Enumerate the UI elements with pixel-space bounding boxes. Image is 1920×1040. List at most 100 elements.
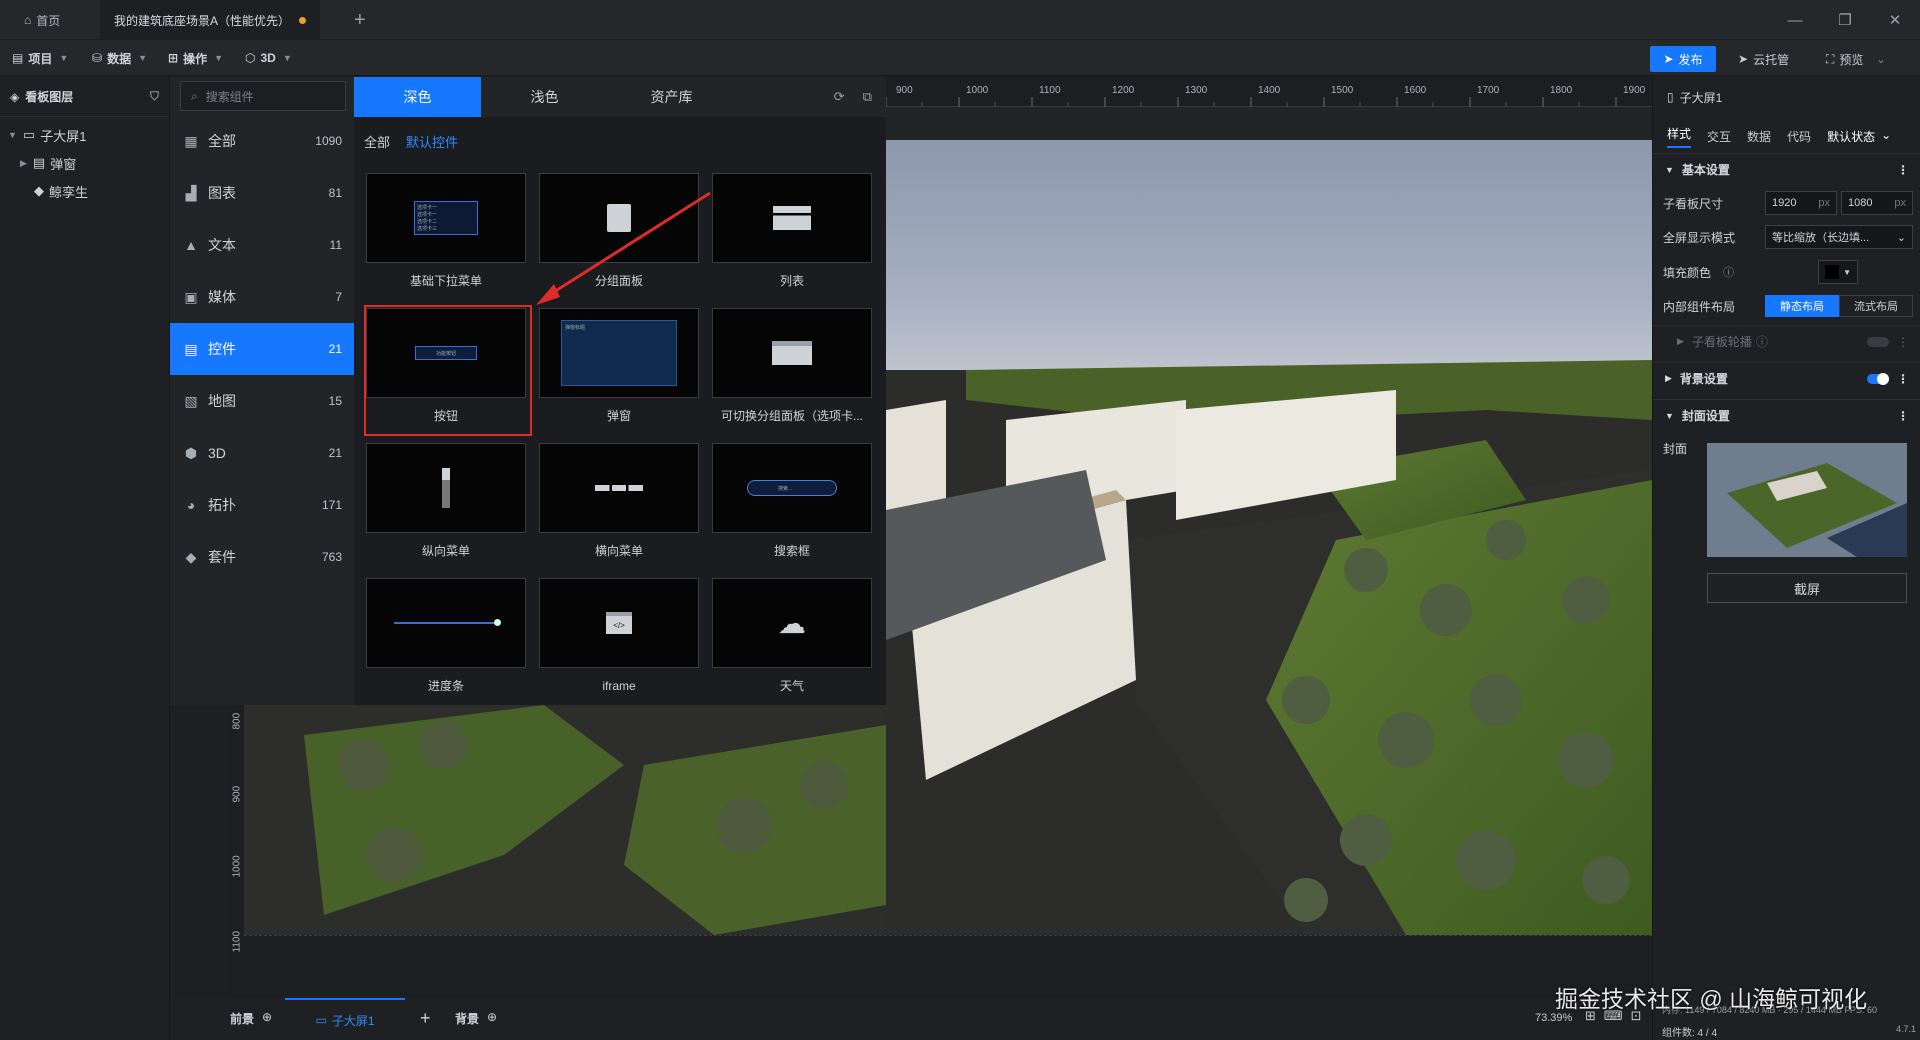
- preview-button[interactable]: ⛶ 预览 ⌄: [1826, 46, 1886, 72]
- category-map[interactable]: ▧ 地图 15: [170, 375, 354, 427]
- bar-chart-icon: ▟: [185, 184, 197, 201]
- scene-3d-render: [886, 140, 1652, 935]
- foreground-label: 前景: [230, 1012, 255, 1026]
- tab-dark[interactable]: 深色: [354, 77, 481, 117]
- card-horizontal-menu[interactable]: 横向菜单: [539, 443, 699, 568]
- restore-icon[interactable]: ❐: [1825, 0, 1865, 40]
- card-popup[interactable]: 弹窗标题 弹窗: [539, 308, 699, 433]
- fill-color-picker[interactable]: ▼: [1818, 260, 1858, 284]
- tab-asset-library[interactable]: 资产库: [608, 77, 735, 117]
- collapse-icon: ▼: [1665, 410, 1674, 421]
- section-cover[interactable]: ▼ 封面设置 ⋮: [1653, 399, 1920, 431]
- control-icon: ▤: [184, 340, 198, 357]
- fill-color-label: 填充颜色: [1663, 265, 1712, 280]
- card-search-box[interactable]: 搜索... 搜索框: [712, 443, 872, 568]
- fullscreen-value: 等比缩放（长边填...: [1772, 232, 1870, 244]
- card-thumb: [539, 443, 699, 533]
- category-control[interactable]: ▤ 控件 21: [170, 323, 354, 375]
- close-icon[interactable]: ✕: [1875, 0, 1915, 40]
- ruler-label: 1100: [1039, 85, 1061, 96]
- scene-3d-view-left[interactable]: [244, 705, 886, 935]
- cloud-host-button[interactable]: ➤ 云托管: [1738, 46, 1789, 72]
- whale-icon: ◆: [34, 183, 44, 198]
- scene-3d-view[interactable]: [886, 140, 1652, 935]
- filter-default-controls[interactable]: 默认控件: [406, 132, 458, 151]
- add-tab-button[interactable]: +: [340, 0, 380, 40]
- ruler-ticks: [886, 97, 1617, 107]
- section-background[interactable]: ▶ 背景设置 ⋮: [1653, 362, 1920, 394]
- foreground-tab[interactable]: 前景 ⊕: [230, 1010, 272, 1027]
- tab-data[interactable]: 数据: [1747, 128, 1771, 145]
- menu-3d[interactable]: ⬡ 3D ▼: [245, 40, 292, 76]
- category-count: 11: [329, 238, 342, 252]
- external-link-icon[interactable]: ⧉: [863, 89, 872, 105]
- component-search-input[interactable]: ⌕ 搜索组件: [180, 81, 346, 111]
- category-suite[interactable]: ◆ 套件 763: [170, 531, 354, 583]
- add-circle-icon[interactable]: ⊕: [262, 1010, 272, 1027]
- tab-style[interactable]: 样式: [1667, 125, 1692, 148]
- background-tab[interactable]: 背景 ⊕: [455, 1010, 497, 1027]
- state-select[interactable]: 默认状态 ⌄: [1827, 128, 1891, 145]
- tab-code[interactable]: 代码: [1787, 128, 1811, 145]
- category-text[interactable]: ▲ 文本 11: [170, 219, 354, 271]
- category-media[interactable]: ▣ 媒体 7: [170, 271, 354, 323]
- card-vertical-menu[interactable]: 纵向菜单: [366, 443, 526, 568]
- more-icon[interactable]: ⋮: [1897, 335, 1909, 349]
- more-icon[interactable]: ⋮: [1897, 372, 1909, 386]
- layer-item-twin[interactable]: ◆ 鲸孪生: [0, 177, 169, 205]
- category-topology[interactable]: ◕ 拓扑 171: [170, 479, 354, 531]
- page-icon: ▯: [1667, 90, 1674, 104]
- card-tab-group-panel[interactable]: 可切换分组面板（选项卡...: [712, 308, 872, 433]
- card-list[interactable]: 列表: [712, 173, 872, 298]
- category-3d[interactable]: ⬢ 3D 21: [170, 427, 354, 479]
- layer-item-popup[interactable]: ▶ ▤ 弹窗: [0, 149, 169, 177]
- width-input[interactable]: 1920 px: [1765, 191, 1837, 215]
- layout-flow-option[interactable]: 流式布局: [1839, 295, 1913, 317]
- publish-button[interactable]: ➤ 发布: [1650, 46, 1716, 72]
- more-icon[interactable]: ⋮: [1897, 409, 1909, 423]
- add-circle-icon[interactable]: ⊕: [487, 1010, 497, 1027]
- monitor-icon: ▭: [315, 1013, 327, 1027]
- carousel-toggle[interactable]: [1867, 336, 1889, 347]
- layout-static-option[interactable]: 静态布局: [1765, 295, 1839, 317]
- card-iframe[interactable]: </> iframe: [539, 578, 699, 703]
- toggle-knob-icon: [1877, 372, 1889, 385]
- more-icon[interactable]: ⋮: [1897, 163, 1909, 177]
- card-progress-bar[interactable]: 进度条: [366, 578, 526, 703]
- refresh-icon[interactable]: ⟳: [834, 89, 845, 105]
- screenshot-button[interactable]: 截屏: [1707, 573, 1907, 603]
- layout-row: 内部组件布局 静态布局 流式布局: [1663, 291, 1913, 321]
- category-count: 21: [328, 446, 342, 460]
- tab-home[interactable]: ⌂ 首页: [10, 0, 82, 40]
- component-categories: ⌕ 搜索组件 ▦ 全部 1090 ▟ 图表 81 ▲ 文本 11 ▣ 媒体 7 ▤ 控件 21 ▧ 地…: [170, 77, 354, 705]
- add-screen-button[interactable]: +: [420, 1008, 431, 1029]
- screen-tab[interactable]: ▭ 子大屏1: [285, 998, 405, 1040]
- minimize-icon[interactable]: —: [1775, 0, 1815, 40]
- tab-interaction[interactable]: 交互: [1707, 128, 1731, 145]
- card-weather[interactable]: ☁ 天气: [712, 578, 872, 703]
- section-carousel[interactable]: ▶ 子看板轮播 ⓘ ⋮: [1653, 325, 1920, 357]
- menu-project[interactable]: ▤ 项目 ▼: [12, 40, 68, 76]
- expand-down-icon[interactable]: ▼: [8, 130, 17, 140]
- tab-panel-icon: [772, 341, 812, 365]
- layer-item-screen[interactable]: ▼ ▭ 子大屏1: [0, 121, 169, 149]
- card-basic-dropdown[interactable]: 选项卡一 选项卡一 选项卡二 选项卡三 基础下拉菜单: [366, 173, 526, 298]
- cube-icon: ⬡: [245, 51, 256, 65]
- tab-scene[interactable]: 我的建筑底座场景A（性能优先）: [100, 0, 320, 40]
- filter-icon[interactable]: ⛉: [150, 89, 159, 104]
- cover-thumbnail[interactable]: [1707, 443, 1907, 557]
- menu-data[interactable]: ⛁ 数据 ▼: [92, 40, 147, 76]
- section-basic[interactable]: ▼ 基本设置 ⋮: [1653, 153, 1920, 185]
- background-toggle[interactable]: [1867, 372, 1889, 385]
- ruler-left: 800 900 1000 1100: [230, 705, 244, 998]
- filter-all[interactable]: 全部: [364, 132, 390, 151]
- expand-right-icon[interactable]: ▶: [20, 158, 27, 169]
- tab-light[interactable]: 浅色: [481, 77, 608, 117]
- height-input[interactable]: 1080 px: [1841, 191, 1913, 215]
- menu-operate[interactable]: ⊞ 操作 ▼: [168, 40, 223, 76]
- category-chart[interactable]: ▟ 图表 81: [170, 167, 354, 219]
- category-all[interactable]: ▦ 全部 1090: [170, 115, 354, 167]
- canvas-bottom-margin: [244, 935, 1652, 998]
- expand-right-icon: ▶: [1665, 373, 1672, 383]
- fullscreen-select[interactable]: 等比缩放（长边填... ⌄: [1765, 225, 1913, 249]
